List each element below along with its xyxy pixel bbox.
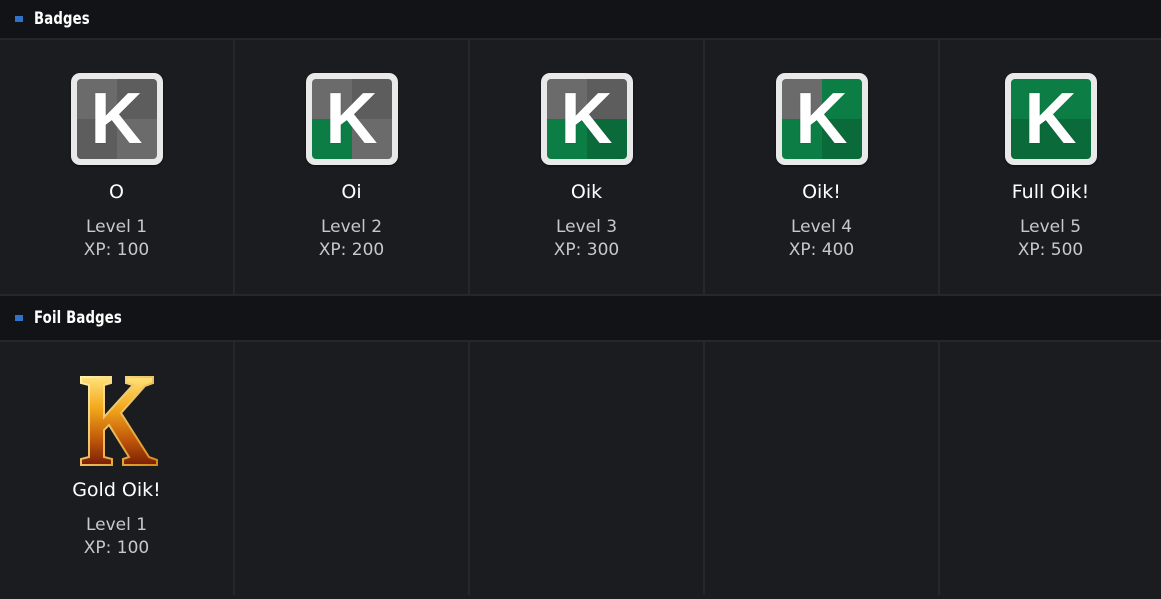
- badge-xp: XP: 500: [1017, 240, 1084, 260]
- foil-badges-section-title: Foil Badges: [34, 308, 122, 328]
- badge-card[interactable]: K Oik Level 3 XP: 300: [470, 40, 705, 294]
- badges-section-header: Badges: [0, 0, 1161, 40]
- badge-name: Oi: [341, 181, 362, 203]
- badge-xp: XP: 100: [83, 240, 150, 260]
- badge-level: Level 3: [555, 217, 618, 237]
- badge-level: Level 4: [790, 217, 853, 237]
- badge-card[interactable]: K Full Oik! Level 5 XP: 500: [940, 40, 1161, 294]
- badge-name: Full Oik!: [1011, 181, 1090, 203]
- badge-card[interactable]: K Oi Level 2 XP: 200: [235, 40, 470, 294]
- badge-card[interactable]: K O Level 1 XP: 100: [0, 40, 235, 294]
- k-badge-level-1-icon: K: [70, 73, 163, 165]
- badge-name: Oik!: [802, 181, 841, 203]
- badge-name: Oik: [570, 181, 603, 203]
- gold-k-badge-icon: [79, 376, 158, 466]
- k-badge-level-2-icon: K: [305, 73, 398, 165]
- empty-badge-slot: [470, 342, 705, 595]
- badge-level: Level 1: [85, 515, 148, 535]
- badge-xp: XP: 100: [83, 538, 150, 558]
- badges-section-title: Badges: [34, 9, 90, 29]
- badge-xp: XP: 400: [788, 240, 855, 260]
- empty-badge-slot: [940, 342, 1161, 595]
- badge-xp: XP: 300: [553, 240, 620, 260]
- foil-badges-grid: Gold Oik! Level 1 XP: 100: [0, 342, 1161, 595]
- k-badge-level-3-icon: K: [540, 73, 633, 165]
- section-marker-icon: [15, 315, 23, 321]
- badge-card[interactable]: Gold Oik! Level 1 XP: 100: [0, 342, 235, 595]
- badge-name: O: [109, 181, 124, 203]
- badge-level: Level 1: [85, 217, 148, 237]
- foil-badges-section-header: Foil Badges: [0, 296, 1161, 342]
- badges-grid: K O Level 1 XP: 100 K Oi Level 2 XP: 200…: [0, 40, 1161, 296]
- section-marker-icon: [15, 16, 23, 22]
- empty-badge-slot: [235, 342, 470, 595]
- badge-xp: XP: 200: [318, 240, 385, 260]
- badge-card[interactable]: K Oik! Level 4 XP: 400: [705, 40, 940, 294]
- badge-level: Level 5: [1019, 217, 1082, 237]
- k-badge-level-4-icon: K: [775, 73, 868, 165]
- k-badge-level-5-icon: K: [1004, 73, 1097, 165]
- badge-level: Level 2: [320, 217, 383, 237]
- empty-badge-slot: [705, 342, 940, 595]
- badge-name: Gold Oik!: [72, 479, 161, 501]
